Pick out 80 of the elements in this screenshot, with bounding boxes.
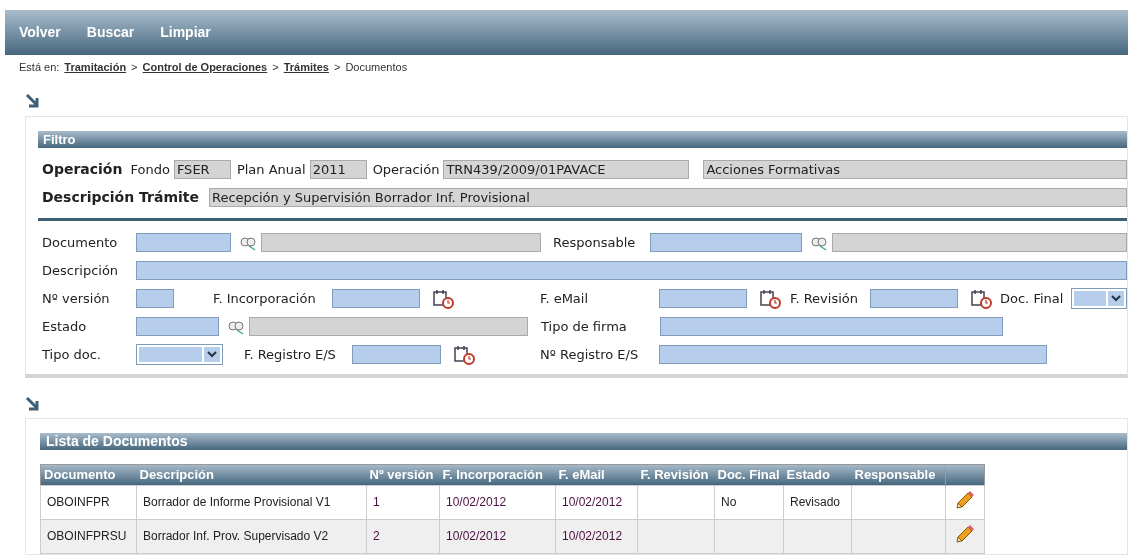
field-label: Descripción: [42, 261, 120, 280]
input-field[interactable]: [650, 233, 802, 252]
field-label: F. Incorporación: [213, 289, 317, 308]
calendar-clock-icon[interactable]: [454, 344, 476, 365]
breadcrumb-label: Está en:: [19, 60, 60, 75]
read-only-field: TRN439/2009/01PAVACE: [443, 160, 690, 179]
read-only-field: Acciones Formativas: [703, 160, 1127, 179]
breadcrumb-current: Documentos: [345, 60, 408, 75]
calendar-clock-icon[interactable]: [433, 288, 455, 309]
read-only-field: 2011: [309, 160, 367, 179]
input-field[interactable]: [136, 261, 1127, 280]
field-label: Fondo: [130, 160, 170, 179]
table-cell: Borrador Inf. Prov. Supervisado V2: [143, 529, 329, 543]
section-label: Descripción Trámite: [42, 188, 199, 207]
input-field[interactable]: [352, 345, 441, 364]
breadcrumb-separator: >: [131, 60, 138, 75]
field-label: F. eMail: [540, 289, 590, 308]
column-header: Nº versión: [366, 464, 440, 485]
table-cell: Borrador de Informe Provisional V1: [143, 495, 331, 509]
column-header: Responsable: [851, 464, 946, 485]
breadcrumb-link[interactable]: Control de Operaciones: [142, 59, 268, 76]
table-cell: 10/02/2012: [446, 495, 507, 509]
field-label: Plan Anual: [236, 160, 306, 179]
table-cell: 10/02/2012: [446, 529, 507, 543]
column-header: F. Revisión: [637, 464, 715, 485]
breadcrumb-separator: >: [272, 60, 279, 75]
calendar-clock-icon[interactable]: [971, 288, 993, 309]
input-field[interactable]: [136, 289, 174, 308]
breadcrumb-link[interactable]: Trámites: [283, 59, 329, 76]
calendar-clock-icon[interactable]: [760, 288, 782, 309]
field-label: F. Registro E/S: [244, 345, 337, 364]
input-field[interactable]: [136, 317, 219, 336]
input-field[interactable]: [136, 233, 231, 252]
section-header: Lista de Documentos: [40, 432, 1127, 450]
arrow-icon[interactable]: [25, 92, 41, 109]
table-cell: No: [721, 495, 737, 509]
table-cell: 10/02/2012: [562, 529, 623, 543]
pencil-icon[interactable]: [955, 489, 975, 510]
chevron-down-icon: [207, 351, 217, 358]
field-label: Doc. Final: [1000, 289, 1065, 308]
table-cell: 1: [373, 495, 380, 509]
field-label: Responsable: [553, 233, 637, 252]
input-field[interactable]: [659, 289, 747, 308]
select-field[interactable]: [136, 344, 223, 365]
table-cell: OBOINFPRSU: [47, 529, 127, 543]
search-icon[interactable]: [239, 234, 257, 251]
table-cell: 10/02/2012: [562, 495, 623, 509]
column-header: F. eMail: [555, 464, 638, 485]
select-field[interactable]: [1071, 288, 1127, 309]
input-field[interactable]: [659, 345, 1047, 364]
column-header: Estado: [783, 464, 852, 485]
search-icon[interactable]: [227, 318, 245, 335]
pencil-icon[interactable]: [955, 523, 975, 544]
arrow-icon[interactable]: [25, 395, 41, 412]
field-label: Nº Registro E/S: [540, 345, 640, 364]
breadcrumb-separator: >: [333, 60, 341, 75]
field-label: Tipo de firma: [541, 317, 628, 336]
column-header: F. Incorporación: [439, 464, 556, 485]
read-only-field: Recepción y Supervisión Borrador Inf. Provisional: [208, 188, 1127, 207]
read-only-field: FSER: [173, 160, 231, 179]
field-label: Nº versión: [42, 289, 111, 308]
breadcrumb-link[interactable]: Tramitación: [64, 59, 127, 76]
search-icon[interactable]: [810, 234, 828, 251]
column-header: Descripción: [136, 464, 367, 485]
field-label: Tipo doc.: [42, 345, 102, 364]
table-cell: Revisado: [790, 495, 841, 509]
field-label: Operación: [372, 160, 440, 179]
input-field[interactable]: [332, 289, 420, 308]
column-header: Documento: [40, 464, 137, 485]
column-header: Doc. Final: [714, 464, 784, 485]
input-field[interactable]: [870, 289, 958, 308]
table-cell: 2: [373, 529, 380, 543]
input-field[interactable]: [660, 317, 1003, 336]
field-label: F. Revisión: [790, 289, 859, 308]
field-label: Documento: [42, 233, 119, 252]
section-label: Operación: [42, 160, 123, 179]
field-label: Estado: [42, 317, 88, 336]
chevron-down-icon: [1111, 295, 1121, 302]
section-header: Filtro: [38, 130, 1127, 148]
table-cell: OBOINFPR: [47, 495, 110, 509]
